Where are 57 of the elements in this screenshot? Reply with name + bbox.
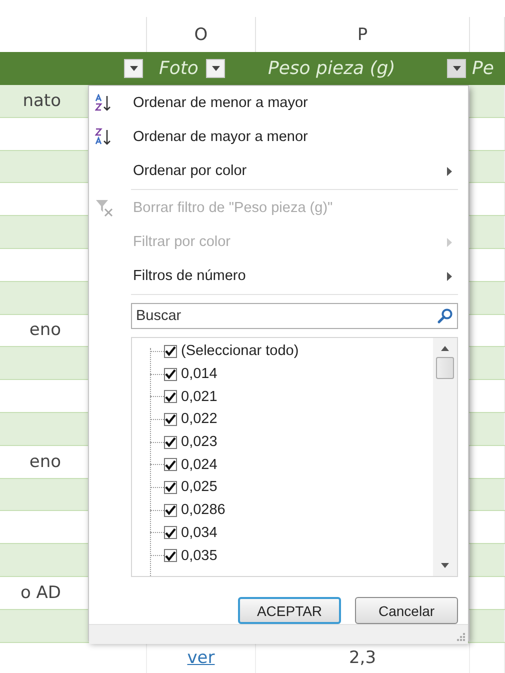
scroll-up-icon[interactable] [441,346,449,351]
scroll-thumb[interactable] [436,357,454,379]
checkbox[interactable] [164,344,177,358]
column-letter: O [194,24,208,44]
table-cell: 2,3 [348,648,376,668]
checkbox[interactable] [164,504,177,517]
value-label: 0,025 [181,479,218,496]
value-label: 0,0286 [181,502,226,518]
filter-dropdown-button[interactable] [206,59,226,78]
value-label: 0,023 [181,434,218,450]
filter-dropdown-button[interactable] [124,59,143,78]
cancel-button[interactable]: Cancelar [355,597,458,624]
checkbox[interactable] [164,458,177,472]
search-icon [437,308,453,324]
column-header: Peso pieza (g) [268,58,396,79]
search-field[interactable]: Buscar [131,303,458,329]
submenu-arrow-icon [447,166,452,176]
submenu-arrow-icon [447,238,452,246]
ok-button[interactable]: ACEPTAR [238,597,341,624]
menu-item[interactable]: Ordenar de menor a mayor [89,86,468,120]
table-cell: eno [29,452,61,472]
filter-dropdown-button[interactable] [447,59,466,78]
dropdown-arrow-icon [130,66,138,71]
sort-ascending-icon [95,94,113,112]
checkbox[interactable] [164,549,177,562]
column-header: Pe [472,58,494,79]
submenu-arrow-icon [447,272,452,280]
checkbox[interactable] [164,526,177,540]
scroll-down-icon[interactable] [441,563,449,568]
view-link[interactable]: ver [187,648,215,668]
checkbox[interactable] [164,390,177,404]
column-letter: P [357,24,368,44]
sort-descending-icon [95,128,113,146]
value-label: 0,021 [181,388,218,405]
value-label: 0,035 [181,548,218,564]
clear-filter-icon [95,199,115,217]
value-label: 0,022 [181,411,218,428]
menu-item[interactable]: Ordenar de mayor a menor [89,120,468,154]
table-cell: eno [29,320,61,340]
checkbox[interactable] [164,368,177,381]
value-label: (Seleccionar todo) [181,343,299,360]
checkbox[interactable] [164,436,177,449]
table-cell: o AD [20,582,61,603]
menu-item[interactable]: Ordenar por color [89,154,468,188]
value-label: 0,014 [181,366,218,382]
table-cell: nato [22,90,61,111]
column-header: Foto [159,58,198,79]
checkbox[interactable] [164,480,177,494]
resize-grip[interactable] [89,624,468,644]
scrollbar[interactable] [433,338,457,576]
checkbox[interactable] [164,412,177,426]
value-label: 0,024 [181,456,218,473]
resize-grip-icon[interactable] [457,633,465,641]
menu-item[interactable]: Filtros de número [89,259,468,293]
value-label: 0,034 [181,524,218,541]
dropdown-arrow-icon [212,66,220,71]
dropdown-arrow-icon [452,66,460,71]
